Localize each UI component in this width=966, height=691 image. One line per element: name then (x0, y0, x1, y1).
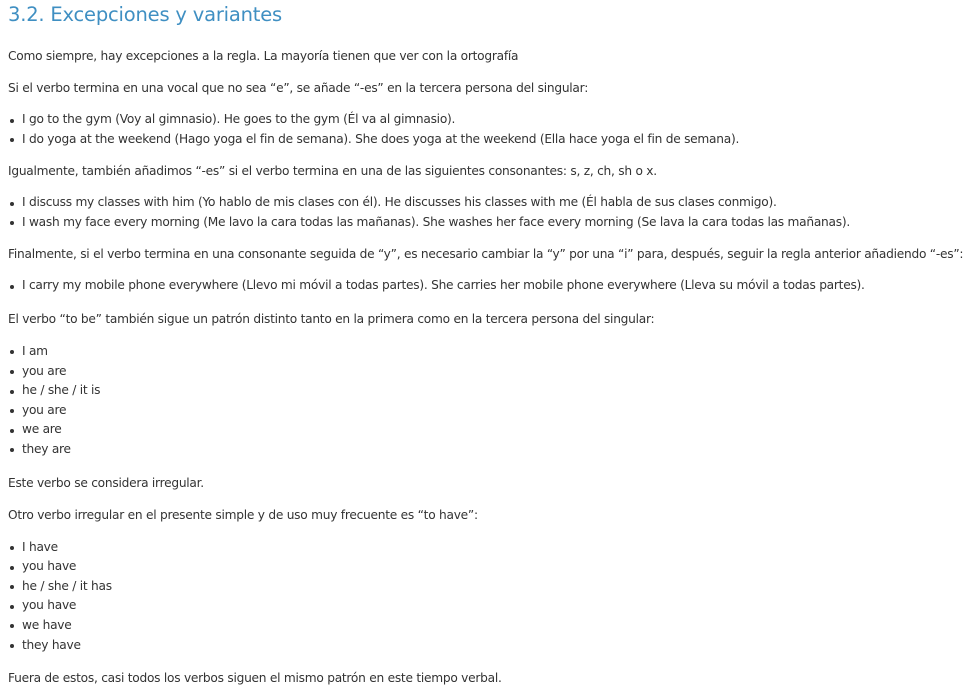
list-item: he / she / it has (8, 577, 966, 597)
to-be-note-paragraph: Este verbo se considera irregular. (8, 475, 204, 490)
list-item: I discuss my classes with him (Yo hablo … (8, 193, 966, 213)
list-item: I wash my face every morning (Me lavo la… (8, 213, 966, 233)
vowel-examples-list: I go to the gym (Voy al gimnasio). He go… (8, 110, 966, 149)
list-item: they have (8, 636, 966, 656)
consonant-rule-paragraph: Igualmente, también añadimos “-es” si el… (8, 164, 657, 179)
list-item: I am (8, 342, 966, 362)
conclusion-paragraph: Fuera de estos, casi todos los verbos si… (8, 671, 502, 686)
list-item: you are (8, 401, 966, 421)
to-be-intro-paragraph: El verbo “to be” también sigue un patrón… (8, 311, 655, 326)
list-item: you have (8, 596, 966, 616)
list-item: I go to the gym (Voy al gimnasio). He go… (8, 110, 966, 130)
list-item: they are (8, 440, 966, 460)
consonant-examples-list: I discuss my classes with him (Yo hablo … (8, 193, 966, 232)
article-content: 3.2. Excepciones y variantes Como siempr… (0, 0, 966, 691)
list-item: he / she / it is (8, 381, 966, 401)
y-rule-paragraph: Finalmente, si el verbo termina en una c… (8, 247, 964, 262)
to-have-intro-paragraph: Otro verbo irregular en el presente simp… (8, 507, 478, 522)
list-item: I do yoga at the weekend (Hago yoga el f… (8, 130, 966, 150)
list-item: I have (8, 538, 966, 558)
to-have-forms-list: I have you have he / she / it has you ha… (8, 538, 966, 656)
list-item: you have (8, 557, 966, 577)
intro-paragraph: Como siempre, hay excepciones a la regla… (8, 49, 519, 63)
y-examples-list: I carry my mobile phone everywhere (Llev… (8, 276, 966, 296)
section-title: 3.2. Excepciones y variantes (8, 3, 282, 26)
vowel-rule-paragraph: Si el verbo termina en una vocal que no … (8, 81, 589, 95)
list-item: we have (8, 616, 966, 636)
to-be-forms-list: I am you are he / she / it is you are we… (8, 342, 966, 460)
list-item: you are (8, 362, 966, 382)
list-item: we are (8, 420, 966, 440)
list-item: I carry my mobile phone everywhere (Llev… (8, 276, 966, 296)
